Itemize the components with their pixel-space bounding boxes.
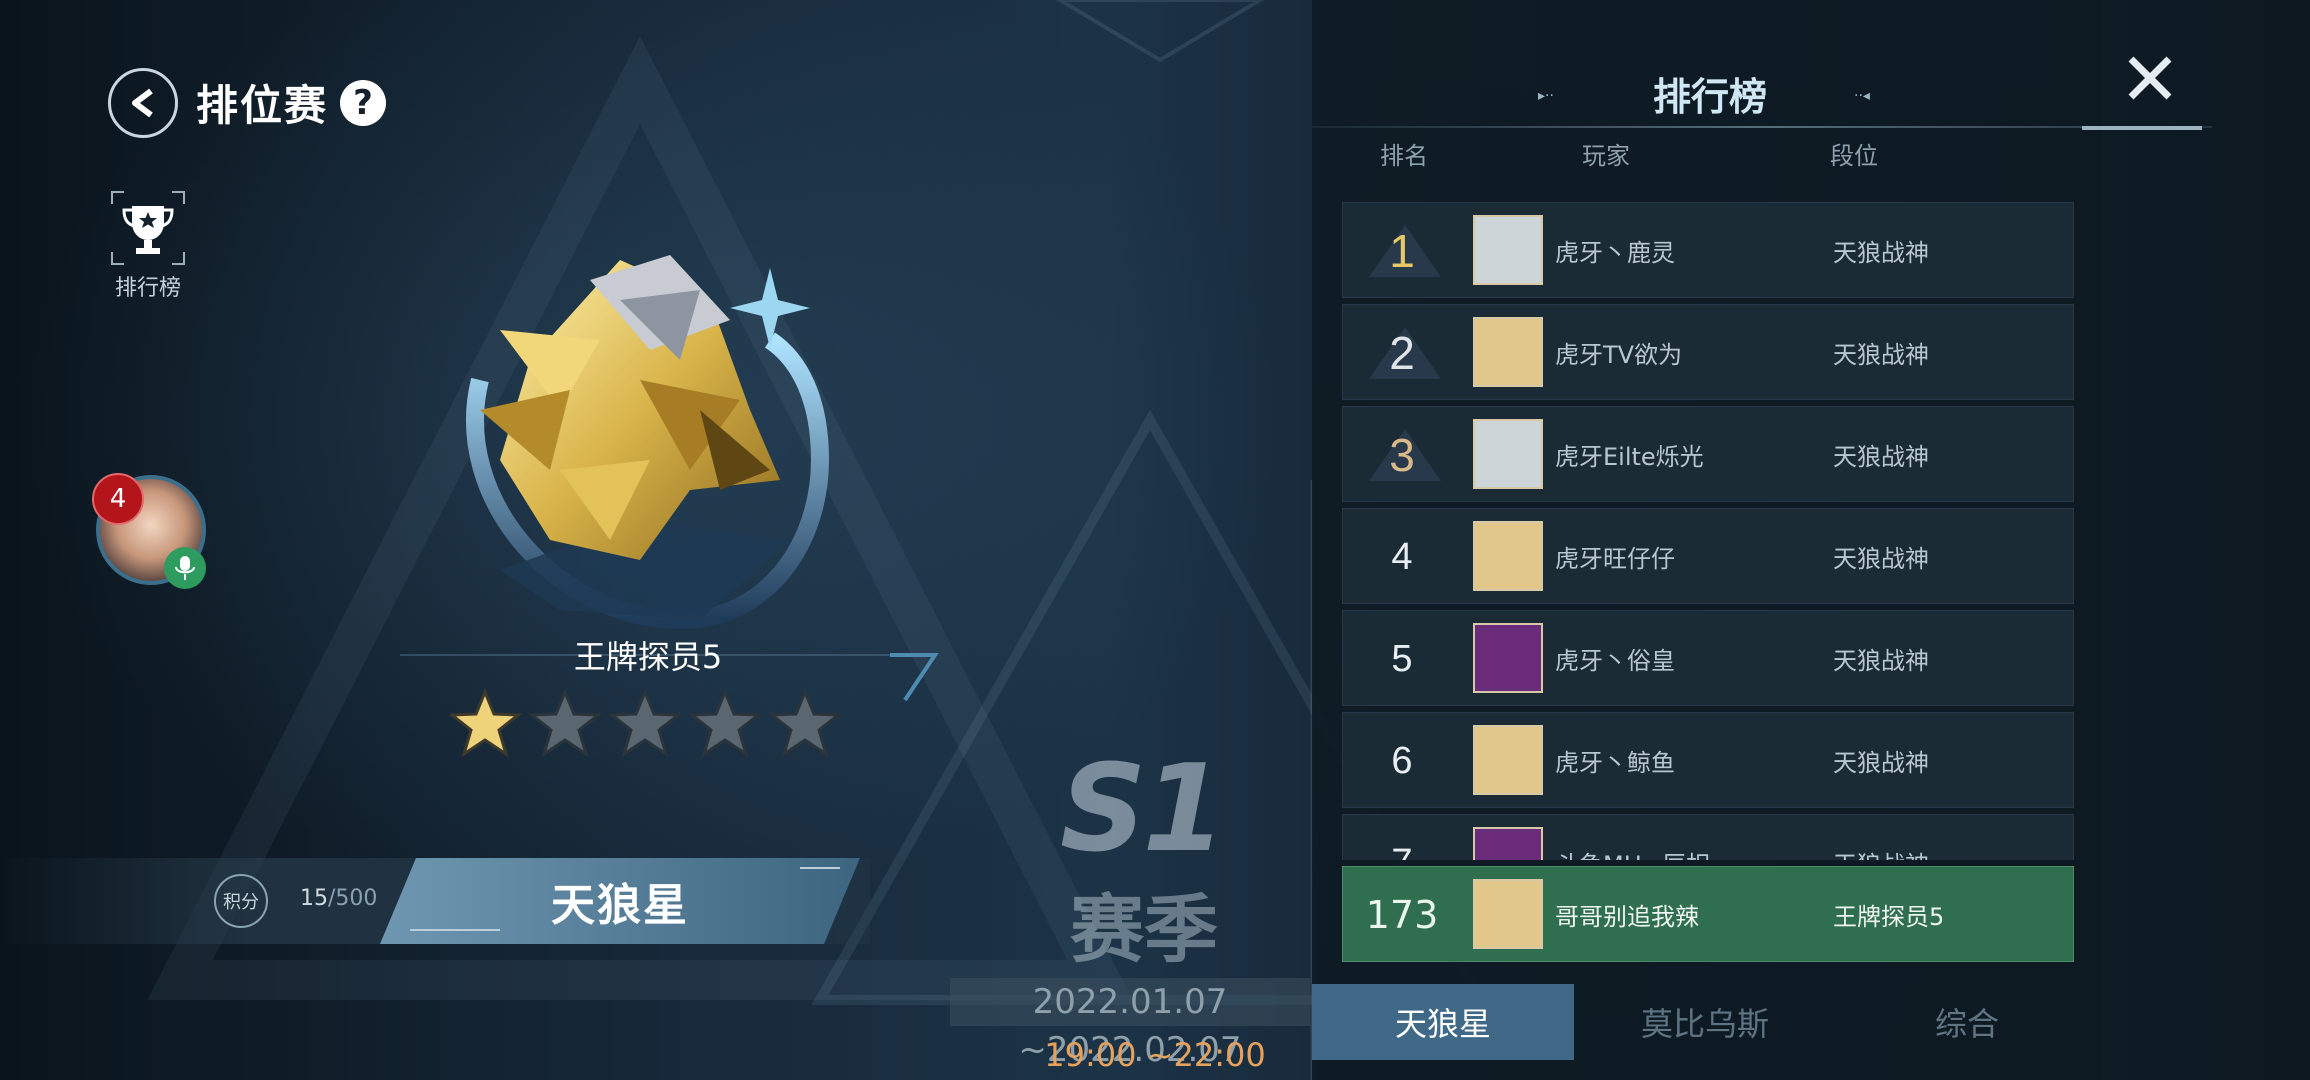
avatar xyxy=(1473,317,1543,387)
table-row[interactable]: 5 虎牙丶俗皇 天狼战神 xyxy=(1342,610,2074,706)
player-tier: 天狼战神 xyxy=(1833,239,1929,267)
friend-avatar[interactable]: 4 xyxy=(92,473,206,589)
season-label: 赛季 xyxy=(1070,887,1218,973)
season-code: S1 xyxy=(1060,740,1226,879)
rank-number: 4 xyxy=(1391,535,1413,578)
player-name: 虎牙Eilte烁光 xyxy=(1555,443,1704,471)
title-deco-left: ▸·· xyxy=(1538,88,1554,104)
leaderboard-shortcut[interactable]: 排行榜 xyxy=(108,190,188,302)
table-row[interactable]: 3 虎牙Eilte烁光 天狼战神 xyxy=(1342,406,2074,502)
player-name: 斗鱼MHz.辰枳 xyxy=(1555,845,1710,860)
rank-number: 3 xyxy=(1389,429,1415,481)
points-value: 15/500 xyxy=(300,886,377,911)
star-filled-icon xyxy=(450,688,523,758)
table-row[interactable]: 2 虎牙TV欲为 天狼战神 xyxy=(1342,304,2074,400)
rank-number: 6 xyxy=(1391,739,1413,782)
player-tier: 天狼战神 xyxy=(1833,341,1929,369)
rank-emblem-wolf-icon xyxy=(466,255,830,630)
leaderboard-title: 排行榜 xyxy=(1652,75,1767,119)
column-header-rank: 排名 xyxy=(1380,142,1428,170)
column-header-player: 玩家 xyxy=(1582,142,1630,170)
player-tier: 天狼战神 xyxy=(1833,545,1929,573)
table-row[interactable]: 7 斗鱼MHz.辰枳 天狼战神 xyxy=(1342,814,2074,860)
player-name: 虎牙丶俗皇 xyxy=(1555,647,1675,675)
season-dates: 2022.01.07 ~2022.02.07 xyxy=(950,978,1310,1070)
column-header-tier: 段位 xyxy=(1830,142,1878,170)
rank-number: 5 xyxy=(1391,637,1413,680)
season-time: 19:00 ~22:00 xyxy=(1044,1036,1266,1074)
tier-banner-label: 天狼星 xyxy=(551,880,689,931)
points-current: 15 xyxy=(300,886,328,911)
self-player-tier: 王牌探员5 xyxy=(1833,903,1945,931)
avatar xyxy=(1473,623,1543,693)
tab-mobiwusi[interactable]: 莫比乌斯 xyxy=(1574,984,1836,1060)
rank-number: 2 xyxy=(1389,327,1415,379)
player-name: 虎牙TV欲为 xyxy=(1555,341,1683,369)
points-icon: 积分 xyxy=(214,874,268,928)
self-rank-number: 173 xyxy=(1365,893,1439,937)
avatar xyxy=(1473,725,1543,795)
player-tier: 天狼战神 xyxy=(1833,749,1929,777)
star-empty-icon xyxy=(687,688,763,758)
player-tier: 天狼战神 xyxy=(1833,845,1929,860)
player-tier: 天狼战神 xyxy=(1833,647,1929,675)
star-empty-icon xyxy=(767,688,843,758)
tier-banner: 天狼星 xyxy=(380,858,860,944)
avatar xyxy=(1473,521,1543,591)
self-player-name: 哥哥别追我辣 xyxy=(1555,903,1699,931)
tab-zonghe[interactable]: 综合 xyxy=(1836,984,2098,1060)
friend-count-badge: 4 xyxy=(92,473,144,525)
star-empty-icon xyxy=(607,688,683,758)
player-tier: 天狼战神 xyxy=(1833,443,1929,471)
player-name: 虎牙丶鹿灵 xyxy=(1555,239,1675,267)
microphone-icon[interactable] xyxy=(164,547,206,589)
self-rank-row[interactable]: 173 哥哥别追我辣 王牌探员5 xyxy=(1342,866,2074,962)
table-row[interactable]: 6 虎牙丶鲸鱼 天狼战神 xyxy=(1342,712,2074,808)
title-deco-right: ··◂ xyxy=(1854,88,1870,104)
close-icon xyxy=(2128,56,2172,100)
rank-number: 1 xyxy=(1389,225,1415,277)
player-name: 虎牙丶鲸鱼 xyxy=(1555,749,1675,777)
page-title: 排位赛 xyxy=(196,81,329,130)
title-divider xyxy=(1312,126,2212,128)
leaderboard-list[interactable]: 1 虎牙丶鹿灵 天狼战神 2 虎牙TV欲为 天狼战神 3 虎牙Eilte烁光 天… xyxy=(1342,200,2074,860)
table-row[interactable]: 1 虎牙丶鹿灵 天狼战神 xyxy=(1342,202,2074,298)
leaderboard-shortcut-label: 排行榜 xyxy=(114,276,181,301)
trophy-icon xyxy=(110,190,186,266)
points-max: /500 xyxy=(328,886,378,911)
rank-name: 王牌探员5 xyxy=(573,638,723,676)
close-underline xyxy=(2082,126,2202,130)
avatar xyxy=(1473,827,1543,860)
avatar xyxy=(1473,419,1543,489)
rank-stars xyxy=(450,688,843,758)
help-button[interactable]: ? xyxy=(340,80,386,126)
close-button[interactable] xyxy=(2120,48,2180,108)
player-name: 虎牙旺仔仔 xyxy=(1555,545,1675,573)
rank-number: 7 xyxy=(1357,815,1447,861)
star-empty-icon xyxy=(527,688,603,758)
leaderboard-tabs: 天狼星 莫比乌斯 综合 xyxy=(1312,984,2102,1080)
back-arrow-icon xyxy=(132,88,153,118)
tab-tianlangxing[interactable]: 天狼星 xyxy=(1312,984,1574,1060)
avatar xyxy=(1473,879,1543,949)
avatar xyxy=(1473,215,1543,285)
table-row[interactable]: 4 虎牙旺仔仔 天狼战神 xyxy=(1342,508,2074,604)
back-button[interactable] xyxy=(108,68,178,138)
